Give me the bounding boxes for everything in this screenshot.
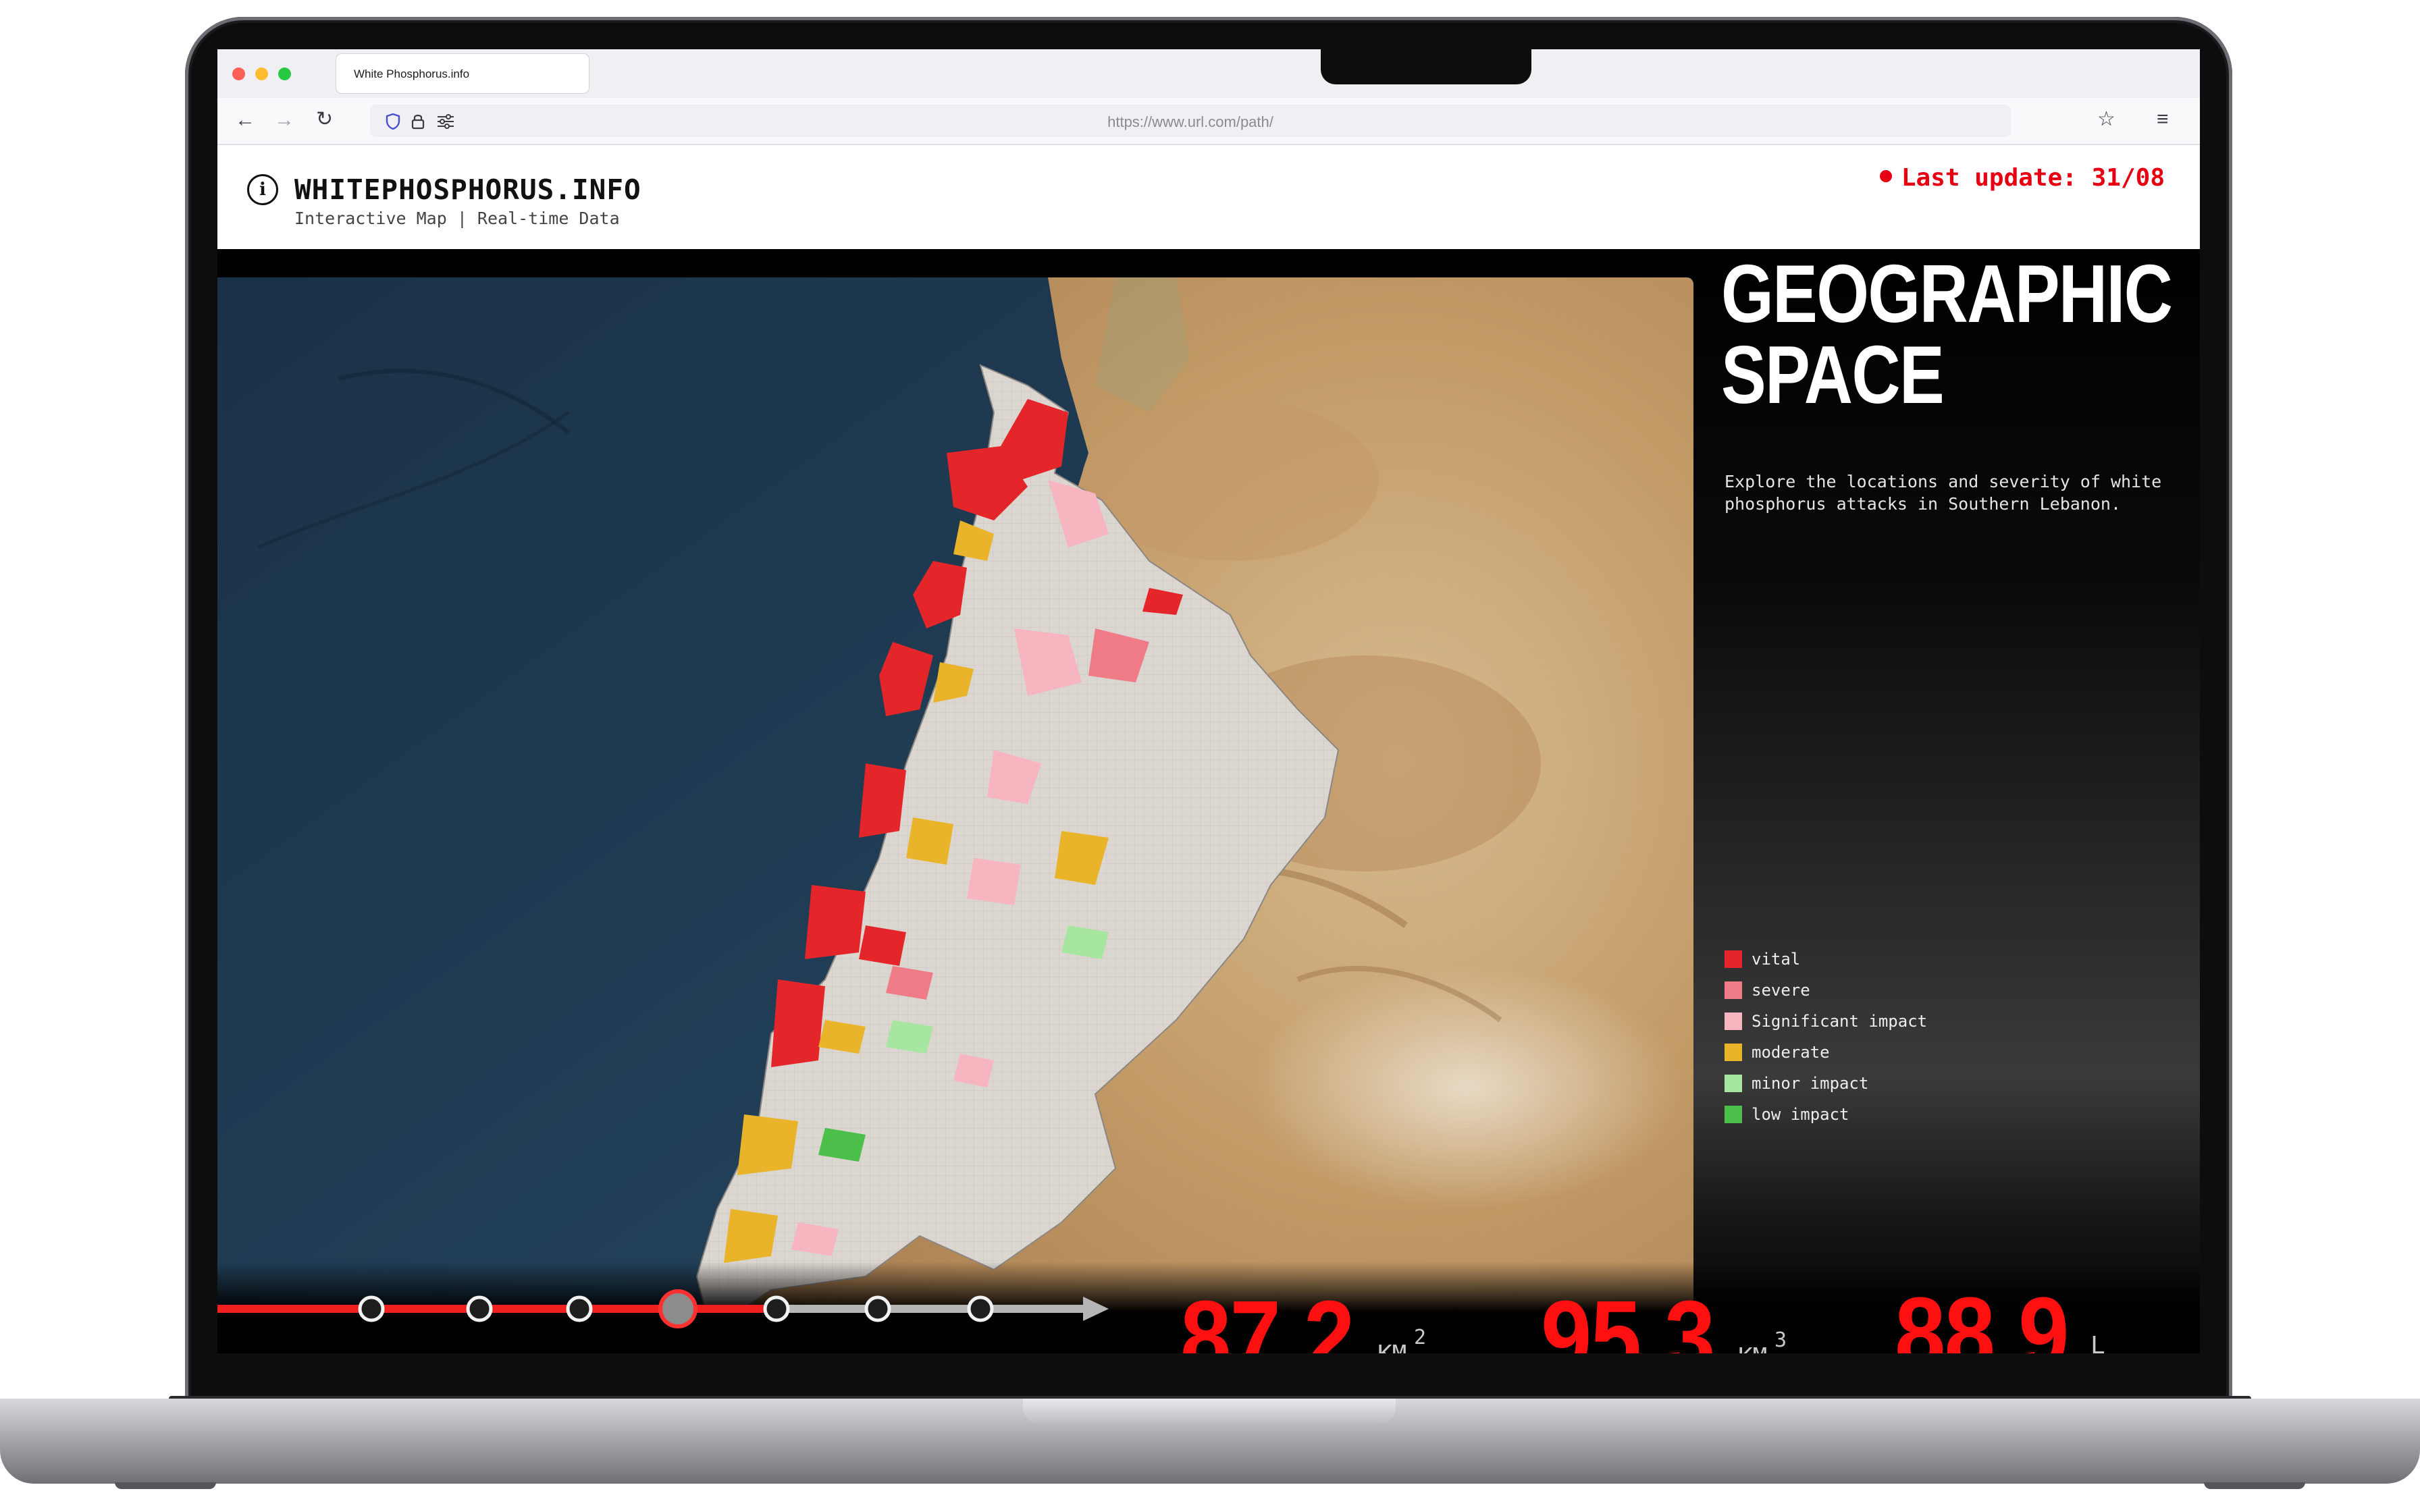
timeline-step[interactable] — [658, 1289, 698, 1328]
site-header: i WHITEPHOSPHORUS.INFO Interactive Map |… — [217, 145, 2200, 249]
timeline-step[interactable] — [566, 1295, 593, 1322]
tab-title: White Phosphorus.info — [354, 68, 470, 80]
timeline-slider[interactable] — [217, 1282, 1109, 1336]
camera-notch — [1321, 49, 1531, 84]
legend-label: minor impact — [1752, 1074, 1869, 1093]
legend-label: severe — [1752, 981, 1810, 1000]
browser-tab-bar: White Phosphorus.info — [217, 49, 2200, 98]
timeline-step[interactable] — [864, 1295, 891, 1322]
url-text[interactable]: https://www.url.com/path/ — [370, 113, 2011, 131]
map-canvas — [217, 277, 1693, 1353]
timeline-step[interactable] — [358, 1295, 385, 1322]
stat-liters-unit: L — [2090, 1332, 2105, 1353]
window-minimize-button[interactable] — [255, 68, 268, 80]
panel-title-line2: SPACE — [1721, 329, 1945, 421]
legend-swatch — [1725, 1044, 1742, 1061]
stat-liters-value: 88.9 — [1895, 1276, 2069, 1353]
timeline-arrow-icon — [1083, 1297, 1109, 1321]
main-content: GEOGRAPHIC SPACE Explore the locations a… — [217, 249, 2200, 1353]
stat-volume: 95.3 KM 3 — [1541, 1285, 1831, 1353]
back-icon[interactable]: ← — [235, 110, 255, 130]
legend-swatch — [1725, 1075, 1742, 1092]
interactive-map[interactable] — [217, 277, 1693, 1353]
stat-area-unit: KM — [1377, 1341, 1406, 1353]
stat-liters: 88.9 L — [1895, 1282, 2178, 1353]
legend-label: moderate — [1752, 1043, 1830, 1062]
reload-icon[interactable]: ↻ — [316, 109, 333, 130]
stat-volume-sup: 3 — [1774, 1328, 1787, 1352]
stat-volume-unit: KM — [1738, 1343, 1767, 1353]
legend-label: low impact — [1752, 1105, 1849, 1124]
site-title[interactable]: WHITEPHOSPHORUS.INFO — [294, 173, 641, 206]
legend-swatch — [1725, 950, 1742, 968]
panel-title: GEOGRAPHIC SPACE — [1721, 248, 2197, 421]
laptop-screen: White Phosphorus.info ← → ↻ https://www.… — [217, 49, 2200, 1353]
laptop-foot-right — [2204, 1482, 2305, 1489]
timeline-step[interactable] — [466, 1295, 493, 1322]
stat-volume-value: 95.3 — [1541, 1279, 1715, 1353]
live-dot-icon — [1879, 170, 1892, 182]
panel-description: Explore the locations and severity of wh… — [1725, 472, 2162, 514]
stat-area-sup: 2 — [1414, 1326, 1427, 1349]
last-update-status: Last update: 31/08 — [1879, 164, 2165, 192]
info-icon[interactable]: i — [247, 174, 278, 205]
legend-label: vital — [1752, 950, 1801, 969]
menu-icon[interactable]: ≡ — [2157, 109, 2169, 130]
legend-label: Significant impact — [1752, 1012, 1928, 1031]
legend-swatch — [1725, 1106, 1742, 1123]
window-close-button[interactable] — [232, 68, 245, 80]
timeline-step[interactable] — [763, 1295, 790, 1322]
laptop-hinge-notch — [1023, 1399, 1396, 1424]
browser-tab[interactable]: White Phosphorus.info — [336, 54, 589, 93]
legend-swatch — [1725, 1013, 1742, 1030]
site-subtitle: Interactive Map | Real-time Data — [294, 209, 620, 228]
browser-nav-bar: ← → ↻ https://www.url.com/path/ ☆ ≡ — [217, 98, 2200, 145]
window-zoom-button[interactable] — [278, 68, 291, 80]
address-bar[interactable]: https://www.url.com/path/ — [370, 105, 2011, 137]
timeline-step[interactable] — [967, 1295, 994, 1322]
forward-icon[interactable]: → — [274, 110, 294, 130]
stat-area-value: 87.2 — [1180, 1279, 1354, 1353]
star-icon[interactable]: ☆ — [2097, 109, 2115, 130]
panel-title-line1: GEOGRAPHIC — [1721, 248, 2173, 340]
stat-area: 87.2 KM 2 — [1180, 1285, 1471, 1353]
last-update-text: Last update: 31/08 — [1901, 164, 2165, 192]
laptop-foot-left — [115, 1482, 216, 1489]
legend-swatch — [1725, 981, 1742, 999]
